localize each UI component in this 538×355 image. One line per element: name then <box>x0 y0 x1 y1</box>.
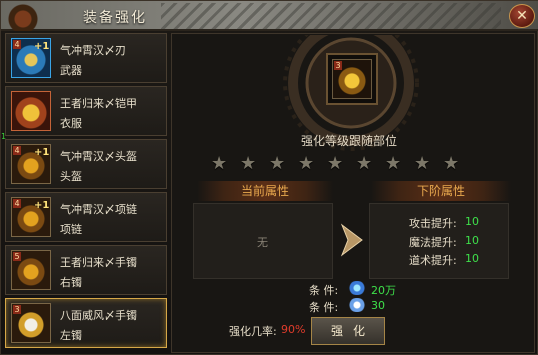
star-icon: ★ <box>414 153 431 174</box>
item-name: 气冲霄汉〆刃 <box>60 44 126 57</box>
condition-value: 30 <box>371 299 385 312</box>
success-rate-label: 强化几率: <box>229 325 277 338</box>
star-icon: ★ <box>211 153 228 174</box>
star-icon: ★ <box>327 153 344 174</box>
item-name: 八面威风〆手镯 <box>60 309 137 322</box>
item-name: 气冲霄汉〆头盔 <box>60 150 137 163</box>
bracelet-icon: 3 <box>11 303 51 343</box>
next-attr-header: 下阶属性 <box>371 181 511 201</box>
level-badge: 3 <box>13 305 21 314</box>
level-badge: 3 <box>334 61 342 70</box>
equipment-item-helmet[interactable]: 4 +1 气冲霄汉〆头盔 头盔 <box>5 139 167 189</box>
side-marker: 1 <box>1 132 7 141</box>
crystal-icon <box>347 298 367 312</box>
helmet-icon: 4 +1 <box>11 144 51 184</box>
level-badge: 5 <box>13 252 21 261</box>
condition-label: 条 件: <box>309 301 339 314</box>
gem-icon <box>347 281 367 295</box>
star-icon: ★ <box>443 153 460 174</box>
title-decoration <box>161 3 501 29</box>
condition-value: 20万 <box>371 284 396 297</box>
arrow-right-icon <box>340 223 363 257</box>
item-type: 武器 <box>60 64 82 77</box>
plus-badge: +1 <box>34 41 50 52</box>
equipment-item-armor[interactable]: 王者归来〆铠甲 衣服 <box>5 86 167 136</box>
taoism-value: 10 <box>465 252 479 265</box>
level-badge: 4 <box>13 40 21 49</box>
current-attr-empty: 无 <box>257 236 268 249</box>
enhance-button[interactable]: 强化 <box>311 317 385 345</box>
enhance-window: 装备强化 ✕ 4 +1 气冲霄汉〆刃 武器 王者归来〆铠甲 衣服 4 +1 气冲… <box>0 0 538 355</box>
star-icon: ★ <box>385 153 402 174</box>
necklace-icon: 4 +1 <box>11 197 51 237</box>
equipment-list: 4 +1 气冲霄汉〆刃 武器 王者归来〆铠甲 衣服 4 +1 气冲霄汉〆头盔 头… <box>5 33 167 355</box>
blade-icon: 4 +1 <box>11 38 51 78</box>
title-bar[interactable]: 装备强化 ✕ <box>1 1 538 31</box>
item-name: 王者归来〆铠甲 <box>60 97 137 110</box>
follow-level-text: 强化等级跟随部位 <box>301 134 398 148</box>
current-attr-header: 当前属性 <box>197 181 333 201</box>
condition-label: 条 件: <box>309 284 339 297</box>
window-title: 装备强化 <box>83 10 147 26</box>
equipment-item-right-bracelet[interactable]: 5 王者归来〆手镯 右镯 <box>5 245 167 295</box>
star-icon: ★ <box>356 153 373 174</box>
star-icon: ★ <box>298 153 315 174</box>
bracelet-icon: 5 <box>11 250 51 290</box>
attack-value: 10 <box>465 215 479 228</box>
equipment-item-necklace[interactable]: 4 +1 气冲霄汉〆项链 项链 <box>5 192 167 242</box>
armor-icon <box>11 91 51 131</box>
equipment-item-weapon[interactable]: 4 +1 气冲霄汉〆刃 武器 <box>5 33 167 83</box>
item-type: 项链 <box>60 223 82 236</box>
taoism-label: 道术提升: <box>409 254 457 267</box>
bracelet-icon: 3 <box>332 59 372 99</box>
magic-label: 魔法提升: <box>409 236 457 249</box>
item-type: 衣服 <box>60 117 82 130</box>
success-rate-value: 90% <box>281 323 306 336</box>
level-badge: 4 <box>13 199 21 208</box>
item-name: 气冲霄汉〆项链 <box>60 203 137 216</box>
star-icon: ★ <box>269 153 286 174</box>
plus-badge: +1 <box>34 147 50 158</box>
plus-badge: +1 <box>34 200 50 211</box>
target-equipment-slot[interactable]: 3 <box>326 53 378 105</box>
level-badge: 4 <box>13 146 21 155</box>
emblem-icon <box>1 1 41 31</box>
item-name: 王者归来〆手镯 <box>60 256 137 269</box>
equipment-item-left-bracelet[interactable]: 3 八面威风〆手镯 左镯 <box>5 298 167 348</box>
item-type: 头盔 <box>60 170 82 183</box>
item-type: 右镯 <box>60 276 82 289</box>
item-type: 左镯 <box>60 329 82 342</box>
close-button[interactable]: ✕ <box>509 4 535 28</box>
star-icon: ★ <box>240 153 257 174</box>
attack-label: 攻击提升: <box>409 217 457 230</box>
magic-value: 10 <box>465 234 479 247</box>
